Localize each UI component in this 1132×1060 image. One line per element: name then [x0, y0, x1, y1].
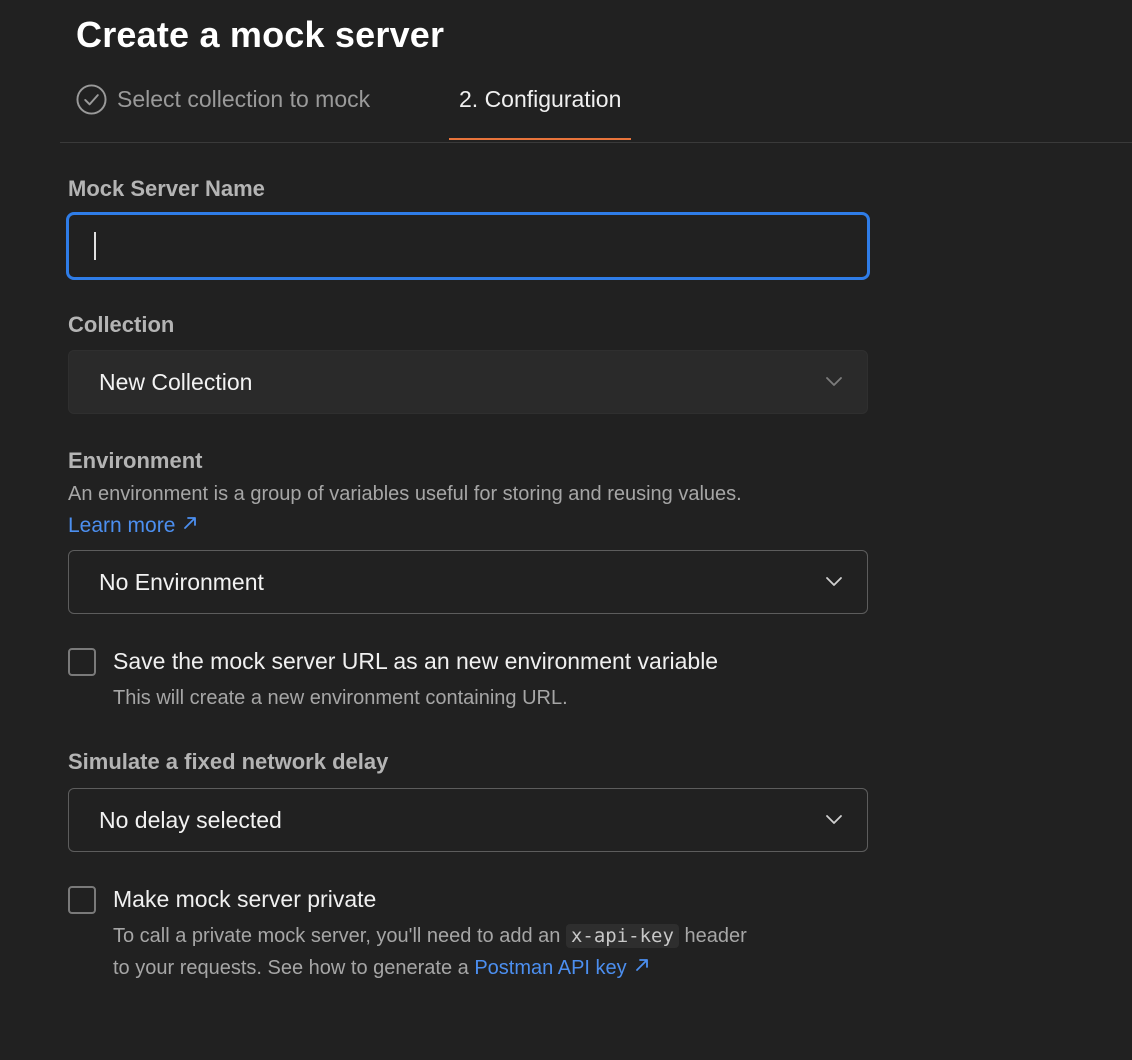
- network-delay-label: Simulate a fixed network delay: [68, 749, 389, 774]
- api-key-code: x-api-key: [565, 924, 679, 948]
- environment-select[interactable]: No Environment: [68, 550, 868, 614]
- private-desc-line2: to your requests. See how to generate a: [113, 957, 469, 979]
- create-mock-server-page: Create a mock server Select collection t…: [0, 0, 1132, 1060]
- environment-label: Environment: [68, 448, 203, 473]
- step-select-collection[interactable]: Select collection to mock: [76, 84, 370, 115]
- page-title: Create a mock server: [76, 14, 445, 55]
- private-mock-description: To call a private mock server, you'll ne…: [113, 920, 747, 984]
- step-select-collection-label: Select collection to mock: [117, 86, 371, 112]
- external-arrow-icon: [184, 517, 197, 529]
- chevron-down-icon: [826, 377, 842, 386]
- collection-select-value: New Collection: [99, 368, 253, 395]
- check-circle-icon: [76, 84, 107, 115]
- chevron-down-icon: [826, 815, 842, 824]
- private-mock-label: Make mock server private: [113, 886, 377, 912]
- private-desc-part1: To call a private mock server, you'll ne…: [113, 925, 561, 947]
- postman-api-key-link[interactable]: Postman API key: [474, 957, 648, 979]
- learn-more-label: Learn more: [68, 514, 176, 537]
- mock-server-name-input[interactable]: [66, 212, 870, 280]
- external-arrow-icon: [635, 959, 648, 971]
- environment-description: An environment is a group of variables u…: [68, 483, 742, 505]
- save-url-checkbox[interactable]: [68, 648, 96, 676]
- chevron-down-icon: [826, 577, 842, 586]
- step-configuration[interactable]: 2. Configuration: [449, 72, 632, 140]
- save-url-label: Save the mock server URL as an new envir…: [113, 648, 719, 674]
- network-delay-select[interactable]: No delay selected: [68, 788, 868, 852]
- mock-server-name-label: Mock Server Name: [68, 176, 265, 201]
- collection-label: Collection: [68, 312, 175, 337]
- private-mock-checkbox[interactable]: [68, 886, 96, 914]
- step-tabs: Select collection to mock 2. Configurati…: [60, 72, 1132, 143]
- text-caret: [94, 232, 96, 260]
- step-configuration-label: 2. Configuration: [459, 86, 622, 112]
- environment-select-value: No Environment: [99, 568, 264, 595]
- network-delay-select-value: No delay selected: [99, 806, 282, 833]
- save-url-description: This will create a new environment conta…: [113, 687, 568, 709]
- collection-select[interactable]: New Collection: [68, 350, 868, 414]
- postman-api-key-label: Postman API key: [474, 957, 627, 979]
- private-desc-part2: header: [684, 925, 747, 947]
- learn-more-link[interactable]: Learn more: [68, 510, 197, 542]
